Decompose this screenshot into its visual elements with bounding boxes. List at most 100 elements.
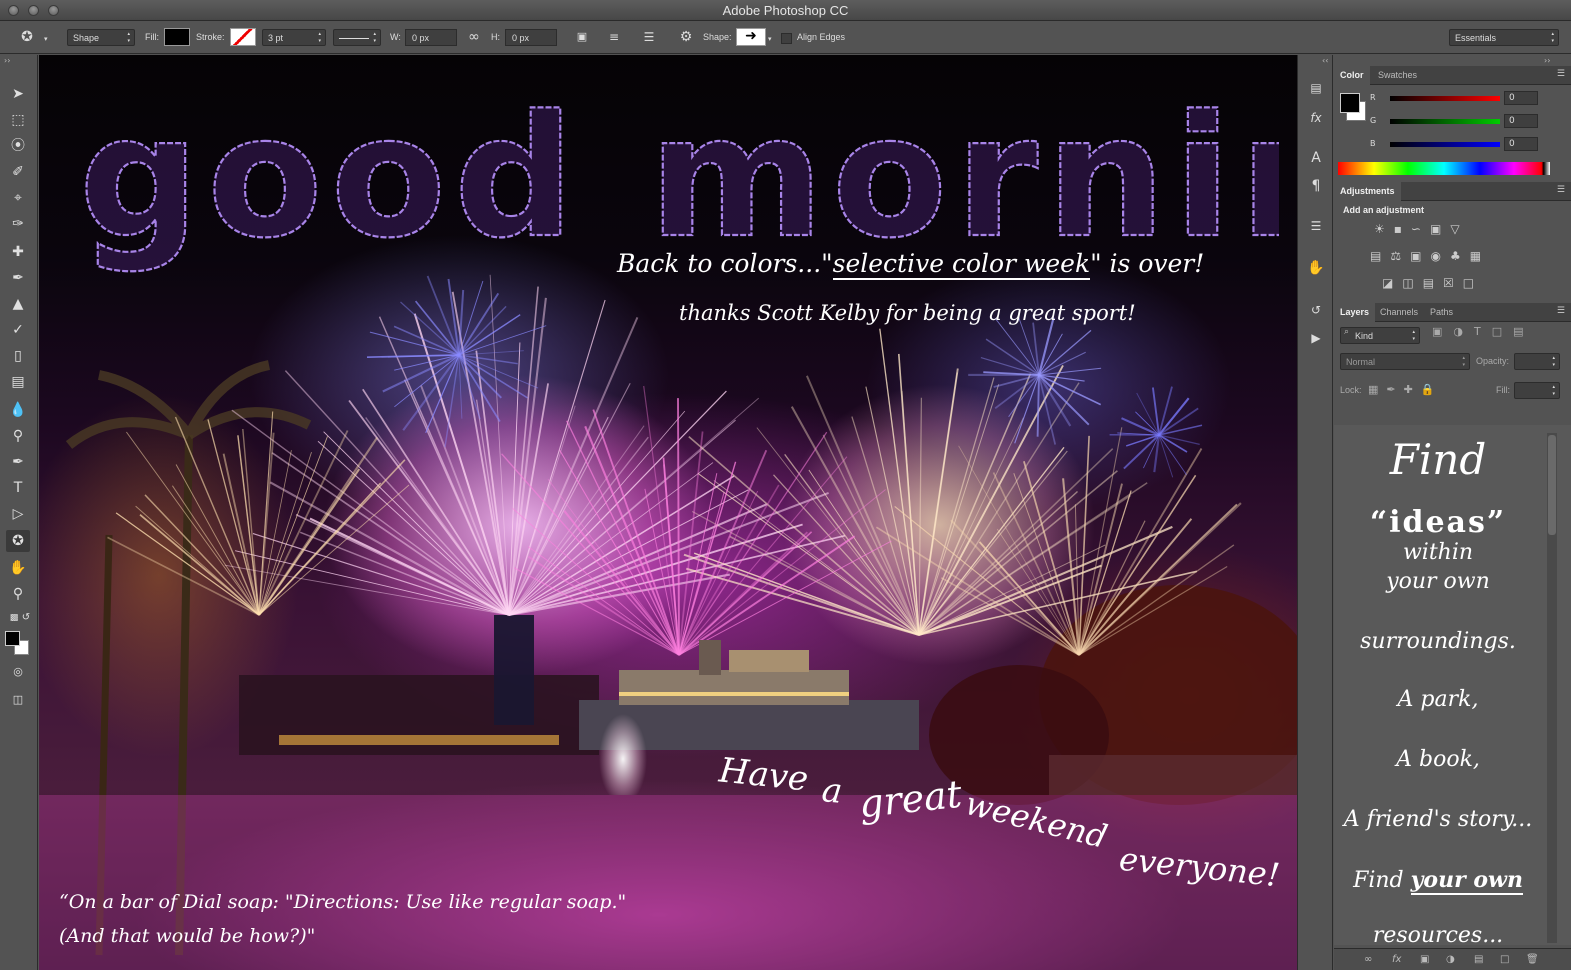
channel-mixer-icon[interactable]: ♣ [1450,249,1470,263]
color-balance-icon[interactable]: ⚖ [1390,249,1410,263]
fill-field[interactable] [1514,382,1560,399]
blend-mode-select[interactable]: Normal [1340,353,1470,370]
hand-tool-icon[interactable]: ✋ [6,557,30,579]
lock-icons[interactable]: ▦✒✚🔒 [1368,383,1443,396]
history-brush-tool-icon[interactable]: ✓ [6,319,30,341]
shape-picker[interactable]: ➜ [736,28,766,46]
eyedropper-tool-icon[interactable]: ✑ [6,213,30,235]
type-tool-icon[interactable]: T [6,477,30,499]
adjustment-filter-icon[interactable]: ◑ [1453,325,1474,338]
adjustment-icons-row-3[interactable]: ◪◫▤☒□ [1382,276,1522,290]
workspace-select[interactable]: Essentials [1449,29,1559,46]
fill-swatch[interactable] [164,28,190,46]
styles-panel-icon[interactable]: fx [1305,107,1327,129]
lock-position-icon[interactable]: ✚ [1404,383,1421,396]
adjustment-icons-row-1[interactable]: ☀▪∽▣▽ [1374,222,1514,236]
gear-icon[interactable]: ⚙ [677,28,695,46]
link-layers-icon[interactable]: ∞ [1364,949,1372,970]
tab-adjustments[interactable]: Adjustments [1334,182,1401,201]
tab-swatches[interactable]: Swatches [1372,66,1423,85]
layer-style-icon[interactable]: fx [1392,949,1401,970]
curves-icon[interactable]: ∽ [1411,222,1430,236]
align-edges-checkbox[interactable] [781,33,792,44]
vibrance-icon[interactable]: ▽ [1450,222,1468,236]
screen-mode-icon[interactable]: ◫ [6,689,30,711]
crop-tool-icon[interactable]: ⌖ [6,187,30,209]
lock-pixels-icon[interactable]: ✒ [1386,383,1403,396]
lock-transparent-icon[interactable]: ▦ [1368,383,1386,396]
brush-panel-icon[interactable]: ↺ [1305,299,1327,321]
height-field[interactable]: 0 px [505,29,557,46]
healing-brush-tool-icon[interactable]: ✚ [6,241,30,263]
path-alignment-icon[interactable]: ≡ [605,28,623,46]
green-bar[interactable] [1390,119,1500,124]
path-arrangement-icon[interactable]: ☰ [640,28,658,46]
layers-scrollbar-thumb[interactable] [1548,435,1556,535]
smart-filter-icon[interactable]: ▤ [1513,325,1534,338]
swap-colors-icon[interactable]: ↺ [14,607,38,629]
width-field[interactable]: 0 px [405,29,457,46]
exposure-icon[interactable]: ▣ [1430,222,1450,236]
new-layer-icon[interactable]: □ [1500,949,1509,970]
new-group-icon[interactable]: ▤ [1474,949,1483,970]
lookup-icon[interactable]: ▦ [1470,249,1490,263]
stroke-swatch[interactable] [230,28,256,46]
gradient-tool-icon[interactable]: ▤ [6,371,30,393]
layers-list-area[interactable]: Find “ideas” within your own surrounding… [1334,425,1571,945]
tab-layers[interactable]: Layers [1334,303,1376,322]
shape-filter-icon[interactable]: □ [1492,325,1513,338]
invert-icon[interactable]: ◪ [1382,276,1402,290]
bw-icon[interactable]: ▣ [1410,249,1430,263]
opacity-field[interactable] [1514,353,1560,370]
marquee-tool-icon[interactable]: ⬚ [6,109,30,131]
properties-panel-icon[interactable]: ☰ [1305,215,1327,237]
posterize-icon[interactable]: ◫ [1402,276,1422,290]
pixel-filter-icon[interactable]: ▣ [1432,325,1453,338]
tab-color[interactable]: Color [1334,66,1370,85]
threshold-icon[interactable]: ▤ [1423,276,1443,290]
history-panel-icon[interactable]: ▤ [1305,77,1327,99]
delete-layer-icon[interactable]: 🗑 [1526,949,1539,970]
hue-icon[interactable]: ▤ [1370,249,1390,263]
tool-presets-icon[interactable]: ✋ [1305,257,1327,279]
blur-tool-icon[interactable]: 💧 [6,399,30,421]
layer-filter-icons[interactable]: ▣◑T□▤ [1432,325,1535,338]
tab-channels[interactable]: Channels [1374,303,1424,322]
character-panel-icon[interactable]: A [1305,147,1327,169]
pen-tool-icon[interactable]: ✒ [6,451,30,473]
clone-stamp-tool-icon[interactable]: ▲ [6,293,30,315]
gradient-map-icon[interactable]: ☒ [1443,276,1463,290]
green-slider[interactable]: G 0 [1370,114,1571,130]
tool-mode-select[interactable]: Shape [67,29,135,46]
red-bar[interactable] [1390,96,1500,101]
paragraph-panel-icon[interactable]: ¶ [1305,175,1327,197]
document-canvas[interactable]: good morning! Back to colors..."selectiv… [39,55,1297,970]
adjustments-menu-icon[interactable]: ☰ [1557,185,1565,195]
levels-icon[interactable]: ▪ [1394,222,1411,236]
adjustment-icons-row-2[interactable]: ▤⚖▣◉♣▦ [1370,249,1510,263]
custom-shape-tool-icon[interactable]: ✪ [6,530,30,552]
layers-scrollbar[interactable] [1547,433,1557,943]
lasso-tool-icon[interactable]: ⦿ [6,135,30,157]
photo-filter-icon[interactable]: ◉ [1430,249,1449,263]
blue-slider[interactable]: B 0 [1370,137,1571,153]
foreground-color-swatch[interactable] [5,631,20,646]
preset-dropdown-arrow-icon[interactable]: ▾ [44,31,48,48]
red-value[interactable]: 0 [1504,91,1538,105]
collapse-panels-icon[interactable]: ›› [1544,56,1550,65]
blue-bar[interactable] [1390,142,1500,147]
new-adjustment-layer-icon[interactable]: ◑ [1446,949,1455,970]
type-filter-icon[interactable]: T [1474,325,1492,338]
stroke-type-select[interactable] [333,29,381,46]
zoom-tool-icon[interactable]: ⚲ [6,583,30,605]
brush-tool-icon[interactable]: ✒ [6,267,30,289]
collapse-tools-icon[interactable]: ›› [4,56,10,65]
brightness-icon[interactable]: ☀ [1374,222,1394,236]
quick-selection-tool-icon[interactable]: ✐ [6,161,30,183]
selective-color-icon[interactable]: □ [1463,276,1483,290]
color-fg-swatch[interactable] [1340,93,1360,113]
tab-paths[interactable]: Paths [1424,303,1459,322]
quick-mask-icon[interactable]: ◎ [6,661,30,683]
green-value[interactable]: 0 [1504,114,1538,128]
dodge-tool-icon[interactable]: ⚲ [6,425,30,447]
